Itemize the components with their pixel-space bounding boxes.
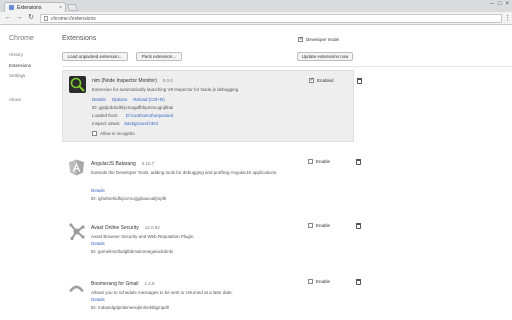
enable-toggle[interactable]: Enabled	[309, 77, 334, 83]
enable-label: Enable	[316, 159, 331, 164]
url-text: chrome://extensions	[51, 15, 96, 22]
extension-id: ID: gomekmidlodglbbmalcneegieacbdmki	[91, 249, 174, 254]
sidebar: Chrome History Extensions Settings About	[0, 26, 52, 320]
extension-name: Boomerang for Gmail	[91, 281, 139, 287]
tab-strip: Extensions × – □ ×	[0, 0, 512, 12]
extension-links: Details Options Reload (Ctrl+R)	[92, 97, 165, 102]
enable-checkbox[interactable]	[308, 223, 313, 228]
extension-links: Details	[91, 297, 105, 302]
extension-description: Allows you to schedule messages to be se…	[91, 290, 233, 295]
forward-icon[interactable]: →	[15, 14, 23, 22]
extension-card: AngularJS Batarang 0.10.7 Extends the Dev…	[62, 154, 361, 210]
pack-extension-button[interactable]: Pack extension...	[136, 52, 182, 61]
avast-logo-icon	[68, 223, 85, 241]
extension-description: Extends the Developer Tools, adding tool…	[91, 170, 278, 175]
menu-icon[interactable]: ⋮	[504, 14, 511, 22]
extension-card: nim (Node Inspector Monitor) 0.0.0 Extens…	[62, 70, 362, 142]
sidebar-item-settings[interactable]: Settings	[9, 73, 25, 78]
allow-incognito-toggle[interactable]: Allow in incognito	[92, 131, 135, 136]
loaded-from-path-link[interactable]: D:\code\nim2\unpacked	[126, 113, 173, 118]
developer-mode-toggle[interactable]: Developer mode	[298, 36, 340, 42]
extension-description: Avast Browser Security and Web Reputatio…	[91, 234, 195, 239]
extension-name: nim (Node Inspector Monitor)	[92, 78, 157, 84]
address-bar[interactable]: chrome://extensions	[40, 14, 502, 23]
details-link[interactable]: Details	[92, 97, 106, 102]
extension-links: Details	[91, 241, 105, 246]
extension-version: 0.0.0	[162, 78, 173, 83]
extension-version: 12.0.82	[144, 225, 160, 230]
minimize-icon[interactable]: –	[491, 1, 494, 7]
extension-id: ID: ighdmehidhipcmcojjgiloacoafjmpfk	[91, 196, 167, 201]
extension-card: Boomerang for Gmail 1.2.6 Allows you to s…	[62, 274, 361, 318]
extension-version: 0.10.7	[141, 161, 155, 166]
reload-link[interactable]: Reload (Ctrl+R)	[133, 97, 164, 102]
enable-checkbox[interactable]	[308, 279, 313, 284]
page-title: Extensions	[62, 35, 97, 42]
divider	[62, 66, 512, 67]
nim-magnifier-icon	[69, 76, 86, 93]
extension-description: Extension for automatically launching V8…	[92, 87, 239, 92]
enable-toggle[interactable]: Enable	[308, 279, 330, 284]
extension-id: ID: gpdjcddodkfycmagdfbhpmncognjbbai	[92, 105, 174, 110]
boomerang-icon	[68, 279, 85, 296]
sidebar-item-about[interactable]: About	[9, 97, 21, 102]
window-controls: – □ ×	[491, 1, 509, 7]
inspect-views: Inspect views: background.html	[92, 121, 158, 126]
new-tab-button[interactable]	[66, 4, 79, 11]
extension-id: ID: mdanidgdpmkimeiiojknlnekblgmpdll	[91, 305, 169, 310]
enable-label: Enable	[316, 223, 331, 228]
close-window-icon[interactable]: ×	[505, 1, 509, 7]
page-icon	[44, 16, 48, 21]
trash-icon[interactable]	[356, 223, 361, 229]
allow-incognito-label: Allow in incognito	[100, 131, 135, 136]
load-unpacked-button[interactable]: Load unpacked extension...	[62, 52, 128, 61]
background-page-link[interactable]: background.html	[125, 121, 158, 126]
enable-checkbox[interactable]	[308, 159, 313, 164]
developer-mode-checkbox[interactable]	[298, 36, 303, 42]
allow-incognito-checkbox[interactable]	[92, 131, 97, 136]
update-extensions-button[interactable]: Update extensions now	[297, 52, 353, 61]
trash-icon[interactable]	[356, 279, 361, 285]
extensions-favicon-icon	[9, 5, 14, 10]
loaded-from: Loaded from: D:\code\nim2\unpacked	[92, 113, 173, 118]
tab-close-icon[interactable]: ×	[59, 5, 62, 11]
back-icon[interactable]: ←	[4, 14, 12, 22]
extension-title: Boomerang for Gmail 1.2.6	[91, 281, 155, 287]
enable-label: Enabled	[317, 78, 334, 83]
tab-extensions[interactable]: Extensions ×	[4, 2, 66, 12]
details-link[interactable]: Details	[91, 297, 105, 302]
extension-title: AngularJS Batarang 0.10.7	[91, 161, 154, 167]
developer-mode-label: Developer mode	[306, 37, 340, 42]
extension-card: Avast Online Security 12.0.82 Avast Brows…	[62, 218, 361, 258]
enable-checkbox[interactable]	[309, 77, 314, 83]
extension-name: AngularJS Batarang	[91, 161, 136, 167]
details-link[interactable]: Details	[91, 241, 105, 246]
sidebar-item-extensions[interactable]: Extensions	[9, 63, 31, 68]
reload-icon[interactable]: ↻	[27, 14, 35, 22]
enable-toggle[interactable]: Enable	[308, 159, 330, 164]
inspect-views-label: Inspect views:	[92, 121, 121, 126]
extension-name: Avast Online Security	[91, 225, 139, 231]
extension-title: nim (Node Inspector Monitor) 0.0.0	[92, 78, 173, 84]
extension-title: Avast Online Security 12.0.82	[91, 225, 160, 231]
extension-links: Details	[91, 188, 105, 193]
enable-toggle[interactable]: Enable	[308, 223, 330, 228]
trash-icon[interactable]	[356, 159, 361, 165]
main-content: Extensions Developer mode Load unpacked …	[52, 26, 512, 320]
tab-title: Extensions	[17, 4, 42, 11]
extension-version: 1.2.6	[144, 281, 155, 286]
sidebar-brand: Chrome	[9, 35, 34, 42]
maximize-icon[interactable]: □	[498, 1, 502, 7]
loaded-from-label: Loaded from:	[92, 113, 119, 118]
options-link[interactable]: Options	[112, 97, 128, 102]
trash-icon[interactable]	[357, 78, 362, 84]
enable-label: Enable	[316, 279, 331, 284]
browser-toolbar: ← → ↻ chrome://extensions ⋮	[0, 12, 512, 25]
details-link[interactable]: Details	[91, 188, 105, 193]
sidebar-item-history[interactable]: History	[9, 52, 23, 57]
angularjs-shield-icon	[68, 159, 85, 176]
